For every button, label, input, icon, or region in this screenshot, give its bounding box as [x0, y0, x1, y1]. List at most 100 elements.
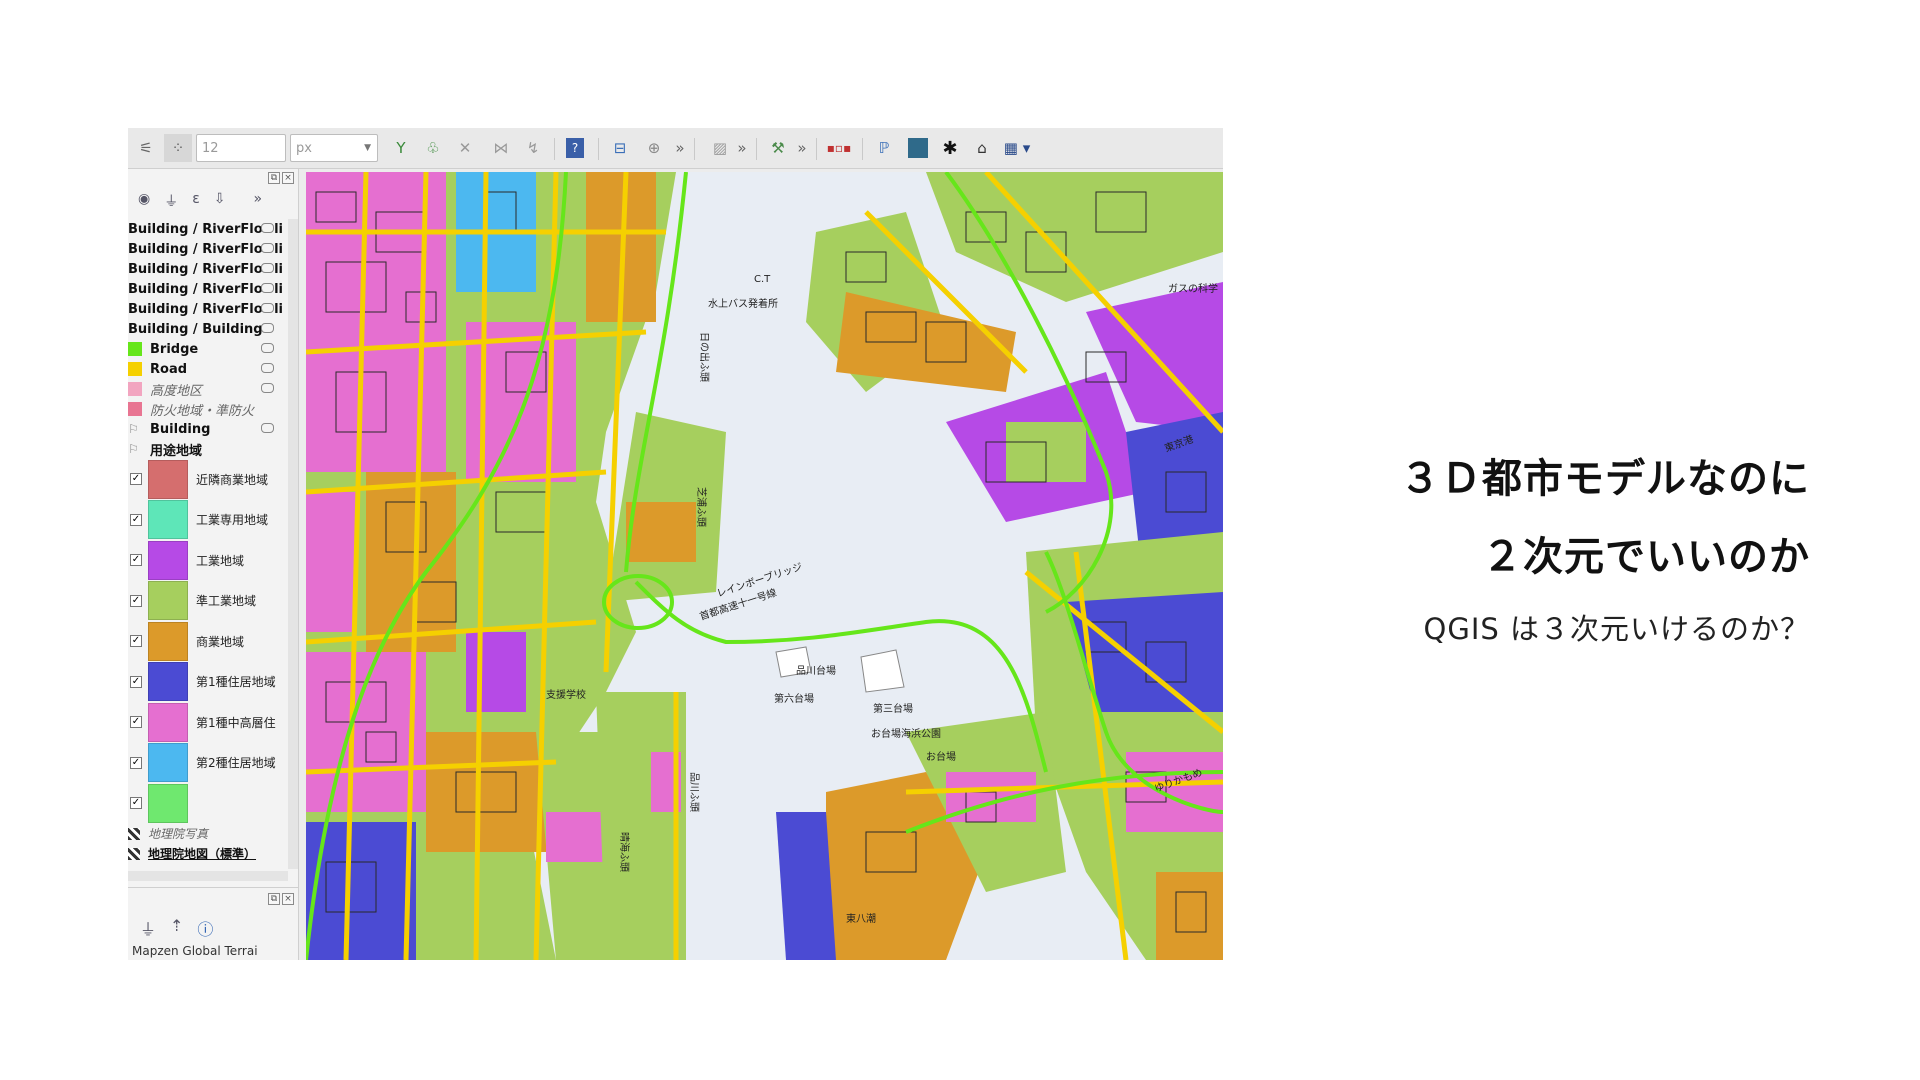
zoning-category[interactable]: ✓ 第1種住居地域 — [128, 662, 296, 703]
more-tools-button[interactable]: » — [254, 191, 263, 211]
zoning-category[interactable]: ✓ — [128, 783, 296, 824]
collapse-all-icon[interactable]: ⇩ — [214, 191, 226, 211]
processing-tools-icon[interactable]: ⚒ — [764, 134, 792, 162]
statistics-icon[interactable]: ▪▫▪ — [824, 134, 854, 162]
layer-row[interactable]: Building / RiverFlo li — [128, 299, 296, 319]
trim-tool-icon[interactable]: Y — [388, 134, 414, 162]
vertex-tool-icon[interactable]: ⚟ — [132, 134, 160, 162]
info-icon[interactable]: ⓘ — [197, 916, 213, 940]
layer-style-icon — [261, 423, 274, 433]
float-panel-icon[interactable]: ⧉ — [268, 893, 280, 905]
expression-filter-icon[interactable]: ε — [192, 191, 200, 211]
shape-tool-icon[interactable]: ♧ — [420, 134, 446, 162]
layer-row[interactable]: Building / RiverFlo li — [128, 259, 296, 279]
checkbox[interactable]: ✓ — [130, 675, 142, 688]
category-label: 第1種住居地域 — [196, 675, 276, 690]
add-raster-icon[interactable] — [904, 134, 932, 162]
layer-row[interactable]: Building / RiverFlo li — [128, 239, 296, 259]
category-swatch — [148, 540, 188, 580]
map-label: 品川台場 — [796, 664, 836, 677]
basemap-label: 地理院写真 — [148, 827, 209, 841]
layer-row-bridge[interactable]: Bridge — [128, 339, 296, 359]
zoning-category[interactable]: ✓ 近隣商業地域 — [128, 459, 296, 500]
layers-panel: ⧉ × ◉ ⏚ ε ⇩ » Building / RiverFlo li Bui… — [128, 169, 299, 960]
checkbox[interactable]: ✓ — [130, 716, 142, 729]
zoning-category[interactable]: ✓ 工業地域 — [128, 540, 296, 581]
merge-tool-icon[interactable]: ⋈ — [484, 134, 518, 162]
reshape-tool-icon[interactable]: ↯ — [520, 134, 546, 162]
checkbox[interactable]: ✓ — [130, 513, 142, 526]
unit-select[interactable]: px ▼ — [290, 134, 378, 162]
horizontal-scrollbar[interactable] — [128, 871, 288, 881]
layer-tree: Building / RiverFlo li Building / RiverF… — [128, 219, 296, 864]
grid-plugin-icon[interactable]: ▦ ▾ — [1000, 134, 1034, 162]
close-panel-icon[interactable]: × — [282, 172, 294, 184]
map-canvas[interactable]: 水上バス発着所 日の出ふ頭 芝浦ふ頭 レインボーブリッジ 首都高速十一号線 品川… — [306, 172, 1223, 960]
layer-row[interactable]: Building / RiverFlo li — [128, 219, 296, 239]
map-label: 芝浦ふ頭 — [695, 487, 708, 527]
zoning-category[interactable]: ✓ 工業専用地域 — [128, 500, 296, 541]
collapse-icon[interactable]: ⇡ — [170, 916, 183, 940]
basemap-row[interactable]: 地理院写真 — [128, 824, 296, 844]
map-label: 日の出ふ頭 — [698, 332, 711, 382]
checkbox[interactable]: ✓ — [130, 473, 142, 486]
checkbox[interactable]: ✓ — [130, 554, 142, 567]
toolbar-separator — [554, 138, 555, 160]
layer-row[interactable]: 高度地区 — [128, 379, 296, 399]
layer-label: Road — [150, 361, 188, 377]
bug-icon[interactable]: ✱ — [936, 134, 964, 162]
toolbar-separator — [862, 138, 863, 160]
help-icon[interactable]: ? — [562, 134, 588, 162]
size-input[interactable]: 12 — [196, 134, 286, 162]
basemap-row[interactable]: 地理院地図（標準） — [128, 844, 296, 864]
checkbox[interactable]: ✓ — [130, 797, 142, 810]
layer-label: Building / RiverFlo — [128, 261, 263, 277]
layer-row-zoning[interactable]: ⚐ 用途地域 — [128, 439, 296, 459]
zoning-category[interactable]: ✓ 第2種住居地域 — [128, 743, 296, 784]
layer-row-building[interactable]: ⚐ Building — [128, 419, 296, 439]
category-label: 工業地域 — [196, 553, 245, 568]
map-label: 品川ふ頭 — [688, 772, 700, 812]
toolbar-separator — [756, 138, 757, 160]
category-swatch — [148, 702, 188, 742]
layer-label: Building / RiverFlo — [128, 301, 263, 317]
label-tool-icon[interactable]: ⊟ — [606, 134, 634, 162]
layer-label: Bridge — [150, 341, 199, 357]
python-console-icon[interactable]: ℙ — [870, 134, 898, 162]
layer-row-road[interactable]: Road — [128, 359, 296, 379]
more-tools-button[interactable]: » — [672, 134, 688, 162]
category-label: 第2種住居地域 — [196, 756, 276, 771]
layer-row[interactable]: Building / Building — [128, 319, 296, 339]
split-tool-icon[interactable]: ✕ — [452, 134, 478, 162]
category-label: 準工業地域 — [196, 594, 257, 609]
more-tools-button[interactable]: » — [734, 134, 750, 162]
more-tools-button[interactable]: » — [794, 134, 810, 162]
digitize-icon[interactable]: ▨ — [706, 134, 734, 162]
zoning-category[interactable]: ✓ 準工業地域 — [128, 581, 296, 622]
more-label: » — [797, 139, 807, 157]
float-panel-icon[interactable]: ⧉ — [268, 172, 280, 184]
grid-snap-icon[interactable]: ⁘ — [164, 134, 192, 162]
more-label: » — [675, 139, 685, 157]
layer-row[interactable]: 防火地域・準防火 — [128, 399, 296, 419]
vertical-scrollbar[interactable] — [288, 219, 298, 869]
layers-toolbar: ◉ ⏚ ε ⇩ » — [138, 191, 262, 211]
map-label: 第三台場 — [873, 702, 913, 715]
zoning-category[interactable]: ✓ 商業地域 — [128, 621, 296, 662]
flag-icon: ⚐ — [128, 442, 139, 456]
checkbox[interactable]: ✓ — [130, 594, 142, 607]
category-label: 工業専用地域 — [196, 513, 269, 528]
qgis2threejs-icon[interactable]: ⌂ — [968, 134, 996, 162]
layer-row[interactable]: Building / RiverFlo li — [128, 279, 296, 299]
filter-icon[interactable]: ⏚ — [164, 191, 178, 211]
zoning-category[interactable]: ✓ 第1種中高層住 — [128, 702, 296, 743]
checkbox[interactable]: ✓ — [130, 756, 142, 769]
filter-icon[interactable]: ⏚ — [140, 916, 156, 940]
checkbox[interactable]: ✓ — [130, 635, 142, 648]
layer-label: Building — [150, 421, 211, 437]
map-label: お台場 — [926, 750, 956, 763]
eye-icon[interactable]: ◉ — [138, 191, 150, 211]
close-panel-icon[interactable]: × — [282, 893, 294, 905]
move-label-icon[interactable]: ⊕ — [640, 134, 668, 162]
toolbar-separator — [816, 138, 817, 160]
